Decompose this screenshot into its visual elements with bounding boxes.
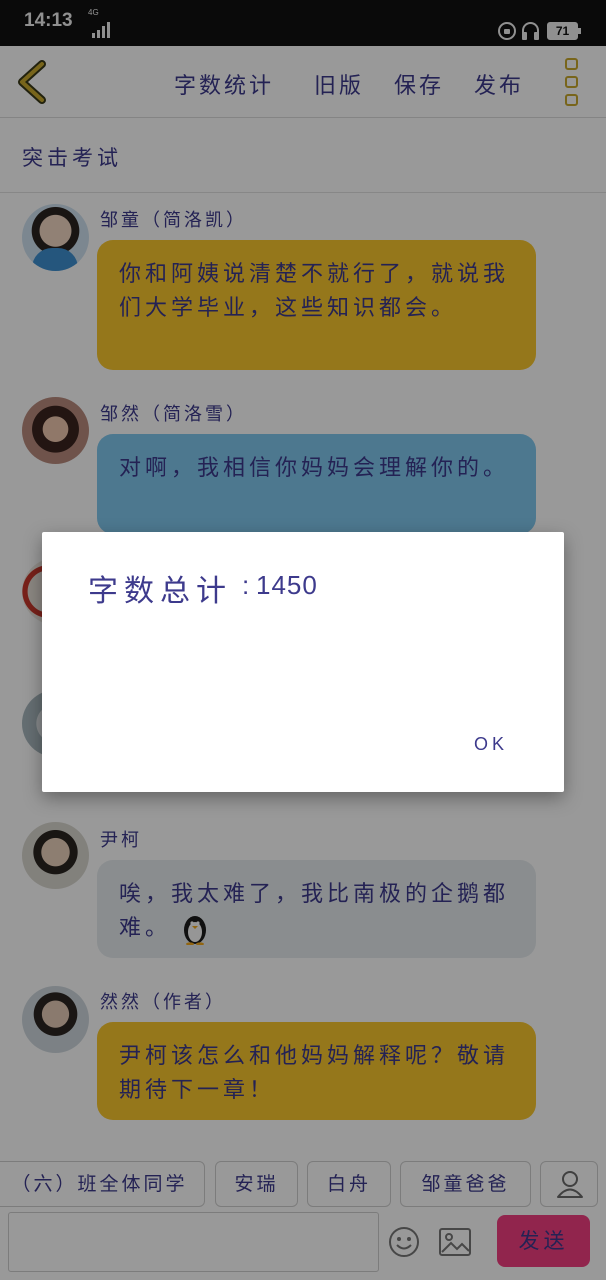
dialog-label: 字数总计 (88, 574, 232, 609)
dialog-colon: : (242, 570, 250, 600)
word-count-value: 1450 (256, 570, 318, 600)
word-count-dialog: 字数总计 : 1450 OK (42, 532, 564, 792)
ok-button[interactable]: OK (474, 734, 508, 755)
